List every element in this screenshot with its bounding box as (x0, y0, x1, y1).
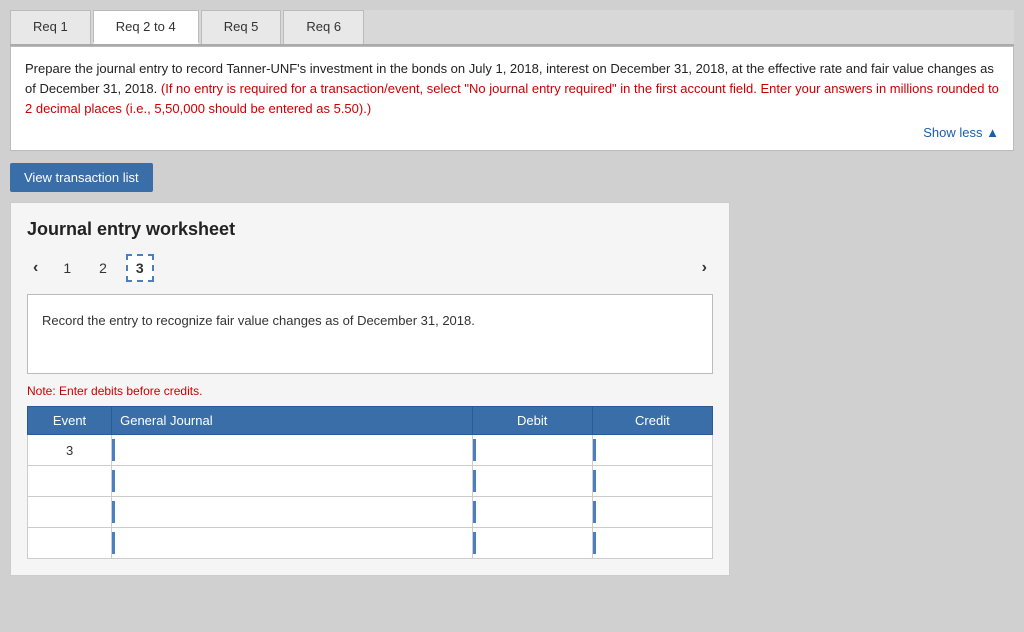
debit-input-2[interactable] (479, 466, 592, 496)
tab-req1[interactable]: Req 1 (10, 10, 91, 44)
table-row (28, 497, 713, 528)
general-journal-cell-1[interactable] (112, 435, 473, 466)
journal-table: Event General Journal Debit Credit 3 (27, 406, 713, 559)
col-general-journal: General Journal (112, 407, 473, 435)
step-1[interactable]: 1 (54, 255, 80, 281)
event-cell-4 (28, 528, 112, 559)
debit-cell-4[interactable] (472, 528, 592, 559)
tab-req6[interactable]: Req 6 (283, 10, 364, 44)
worksheet-title: Journal entry worksheet (27, 219, 713, 240)
event-cell-2 (28, 466, 112, 497)
general-journal-cell-2[interactable] (112, 466, 473, 497)
credit-input-2[interactable] (599, 466, 712, 496)
blue-bar-icon (112, 439, 115, 461)
blue-bar-icon (112, 532, 115, 554)
step-2[interactable]: 2 (90, 255, 116, 281)
debit-cell-2[interactable] (472, 466, 592, 497)
blue-bar-icon (112, 470, 115, 492)
credit-cell-1[interactable] (592, 435, 712, 466)
general-journal-cell-3[interactable] (112, 497, 473, 528)
credit-cell-3[interactable] (592, 497, 712, 528)
blue-bar-icon (473, 501, 476, 523)
credit-cell-4[interactable] (592, 528, 712, 559)
note-text: Note: Enter debits before credits. (27, 384, 713, 398)
instruction-area: Prepare the journal entry to record Tann… (10, 46, 1014, 151)
blue-bar-icon (593, 439, 596, 461)
blue-bar-icon (473, 439, 476, 461)
debit-input-4[interactable] (479, 528, 592, 558)
credit-input-3[interactable] (599, 497, 712, 527)
table-row (28, 528, 713, 559)
tabs-bar: Req 1 Req 2 to 4 Req 5 Req 6 (10, 10, 1014, 46)
debit-input-3[interactable] (479, 497, 592, 527)
blue-bar-icon (593, 501, 596, 523)
blue-bar-icon (473, 532, 476, 554)
general-journal-input-2[interactable] (118, 466, 472, 496)
table-row (28, 466, 713, 497)
table-row: 3 (28, 435, 713, 466)
col-event: Event (28, 407, 112, 435)
col-debit: Debit (472, 407, 592, 435)
debit-input-1[interactable] (479, 435, 592, 465)
nav-row: ‹ 1 2 3 › (27, 254, 713, 282)
general-journal-cell-4[interactable] (112, 528, 473, 559)
credit-input-1[interactable] (599, 435, 712, 465)
instruction-text: Prepare the journal entry to record Tann… (25, 59, 999, 119)
blue-bar-icon (112, 501, 115, 523)
step-3[interactable]: 3 (126, 254, 154, 282)
debit-cell-3[interactable] (472, 497, 592, 528)
blue-bar-icon (593, 470, 596, 492)
event-cell-3 (28, 497, 112, 528)
general-journal-input-1[interactable] (118, 435, 472, 465)
worksheet-container: Journal entry worksheet ‹ 1 2 3 › Record… (10, 202, 730, 576)
general-journal-input-4[interactable] (118, 528, 472, 558)
show-less-link[interactable]: Show less ▲ (923, 125, 999, 140)
tab-req5[interactable]: Req 5 (201, 10, 282, 44)
general-journal-input-3[interactable] (118, 497, 472, 527)
credit-input-4[interactable] (599, 528, 712, 558)
entry-description-box: Record the entry to recognize fair value… (27, 294, 713, 374)
show-less-container: Show less ▲ (25, 125, 999, 140)
prev-step-button[interactable]: ‹ (27, 257, 44, 279)
tab-req2to4[interactable]: Req 2 to 4 (93, 10, 199, 44)
next-step-button[interactable]: › (696, 257, 713, 279)
entry-description-text: Record the entry to recognize fair value… (42, 313, 475, 328)
blue-bar-icon (593, 532, 596, 554)
event-cell-1: 3 (28, 435, 112, 466)
blue-bar-icon (473, 470, 476, 492)
debit-cell-1[interactable] (472, 435, 592, 466)
instruction-red: (If no entry is required for a transacti… (25, 81, 999, 116)
credit-cell-2[interactable] (592, 466, 712, 497)
view-transaction-button[interactable]: View transaction list (10, 163, 153, 192)
col-credit: Credit (592, 407, 712, 435)
